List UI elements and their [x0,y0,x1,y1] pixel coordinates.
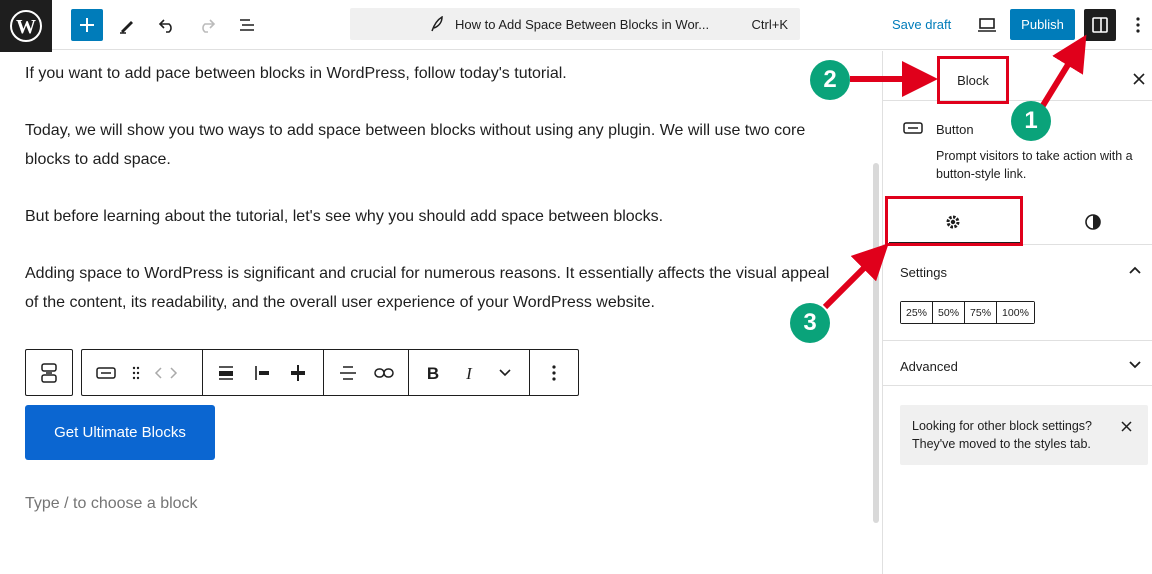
chevron-down-icon[interactable] [487,355,523,391]
paragraph-block[interactable]: If you want to add pace between blocks i… [25,60,845,89]
move-arrows-icon[interactable] [148,355,184,391]
width-button-group: 25% 50% 75% 100% [900,301,1035,324]
link-icon[interactable] [366,355,402,391]
wordpress-logo-icon[interactable]: W [0,0,52,52]
highlight-settings-tab [885,196,1023,246]
block-toolbar: B I [81,349,579,396]
undo-icon[interactable] [151,9,183,41]
get-ultimate-blocks-button[interactable]: Get Ultimate Blocks [25,405,215,460]
drag-handle-icon[interactable] [124,355,148,391]
close-icon[interactable] [1118,418,1134,434]
svg-text:B: B [427,365,439,381]
block-card-title: Button [936,122,974,137]
preview-device-icon[interactable] [971,9,1003,41]
paragraph-block[interactable]: Adding space to WordPress is significant… [25,260,845,317]
list-view-icon[interactable] [231,9,263,41]
document-bar[interactable]: How to Add Space Between Blocks in Wor..… [350,8,800,40]
close-icon[interactable] [1129,69,1149,89]
quill-icon [430,15,444,37]
width-75-button[interactable]: 75% [965,302,998,323]
command-shortcut: Ctrl+K [751,16,788,32]
width-50-button[interactable]: 50% [933,302,966,323]
styles-notice: Looking for other block settings? They'v… [900,405,1148,465]
block-placeholder[interactable]: Type / to choose a block [25,495,198,513]
svg-text:W: W [16,16,36,38]
document-title: How to Add Space Between Blocks in Wor..… [455,16,710,32]
options-menu-icon[interactable] [1122,9,1152,41]
italic-icon[interactable]: I [451,355,487,391]
paragraph-block[interactable]: But before learning about the tutorial, … [25,203,845,232]
chevron-up-icon[interactable] [1127,262,1143,278]
add-block-button[interactable] [71,9,103,41]
bold-icon[interactable]: B [415,355,451,391]
editor-header: W How to Add Space Between Blocks in Wor… [0,0,1152,52]
redo-icon[interactable] [191,9,223,41]
step-badge-2: 2 [810,60,850,100]
block-card-description: Prompt visitors to take action with a bu… [936,149,1133,181]
button-block-icon[interactable] [88,355,124,391]
chevron-down-icon[interactable] [1127,357,1143,373]
publish-button[interactable]: Publish [1010,9,1075,40]
align-center-icon[interactable] [330,355,366,391]
svg-text:I: I [465,365,473,381]
select-parent-button[interactable] [25,349,73,396]
styles-contrast-icon[interactable] [1081,210,1105,234]
notice-text: Looking for other block settings? They'v… [912,419,1092,451]
scrollbar[interactable] [873,163,879,523]
pen-tool-icon[interactable] [111,9,143,41]
highlight-block-tab [937,56,1009,104]
justify-full-icon[interactable] [208,355,244,391]
more-options-icon[interactable] [536,355,572,391]
settings-panel-title[interactable]: Settings [900,265,947,280]
save-draft-button[interactable]: Save draft [892,17,951,32]
width-100-button[interactable]: 100% [997,302,1034,323]
step-badge-3: 3 [790,303,830,343]
justify-center-icon[interactable] [280,355,316,391]
button-block-icon [903,121,923,140]
paragraph-block[interactable]: Today, we will show you two ways to add … [25,117,845,174]
justify-left-icon[interactable] [244,355,280,391]
width-25-button[interactable]: 25% [901,302,934,323]
advanced-panel-title[interactable]: Advanced [900,359,958,374]
settings-sidebar-toggle[interactable] [1084,9,1116,41]
step-badge-1: 1 [1011,101,1051,141]
